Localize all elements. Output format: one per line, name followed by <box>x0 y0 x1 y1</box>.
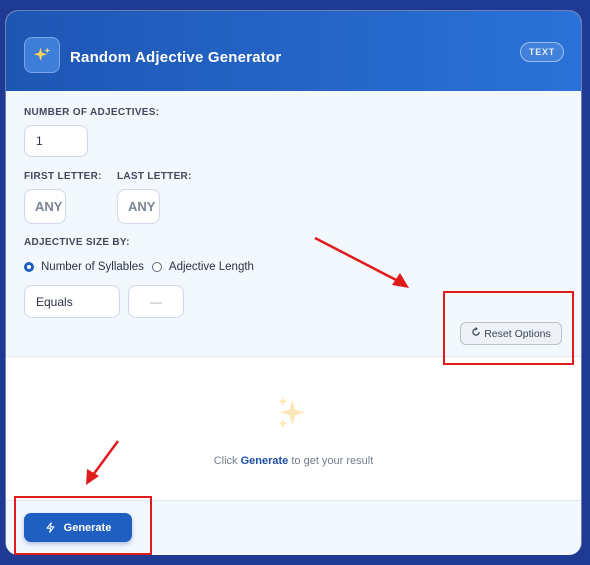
first-letter-label: FIRST LETTER: <box>24 171 102 182</box>
hint-generate-link: Generate <box>240 455 289 467</box>
last-letter-input[interactable]: ANY <box>117 189 160 224</box>
length-radio[interactable] <box>151 262 162 272</box>
reset-highlight-box <box>443 291 574 365</box>
length-radio-label[interactable]: Adjective Length <box>169 261 254 273</box>
generate-highlight-box <box>14 496 152 555</box>
last-letter-label: LAST LETTER: <box>117 171 192 182</box>
page-title: Random Adjective Generator <box>70 49 282 66</box>
first-letter-input[interactable]: ANY <box>24 189 66 224</box>
syllables-radio-label[interactable]: Number of Syllables <box>41 261 144 273</box>
size-by-label: ADJECTIVE SIZE BY: <box>24 237 130 248</box>
hint-prefix: Click <box>213 455 238 467</box>
card-header: Random Adjective Generator TEXT <box>6 11 581 91</box>
sparkles-icon <box>24 37 60 73</box>
result-hint: Click Generate to get your result <box>6 455 581 467</box>
hint-suffix: to get your result <box>291 455 374 467</box>
category-badge: TEXT <box>520 42 564 62</box>
comparator-select[interactable]: Equals <box>24 285 120 318</box>
count-input[interactable]: 1 <box>24 125 88 157</box>
size-value-input[interactable]: — <box>128 285 184 318</box>
syllables-radio[interactable] <box>24 262 34 272</box>
count-label: NUMBER OF ADJECTIVES: <box>24 107 160 118</box>
sparkles-icon <box>275 395 313 438</box>
size-by-radio-group: Number of Syllables Adjective Length <box>24 261 254 273</box>
